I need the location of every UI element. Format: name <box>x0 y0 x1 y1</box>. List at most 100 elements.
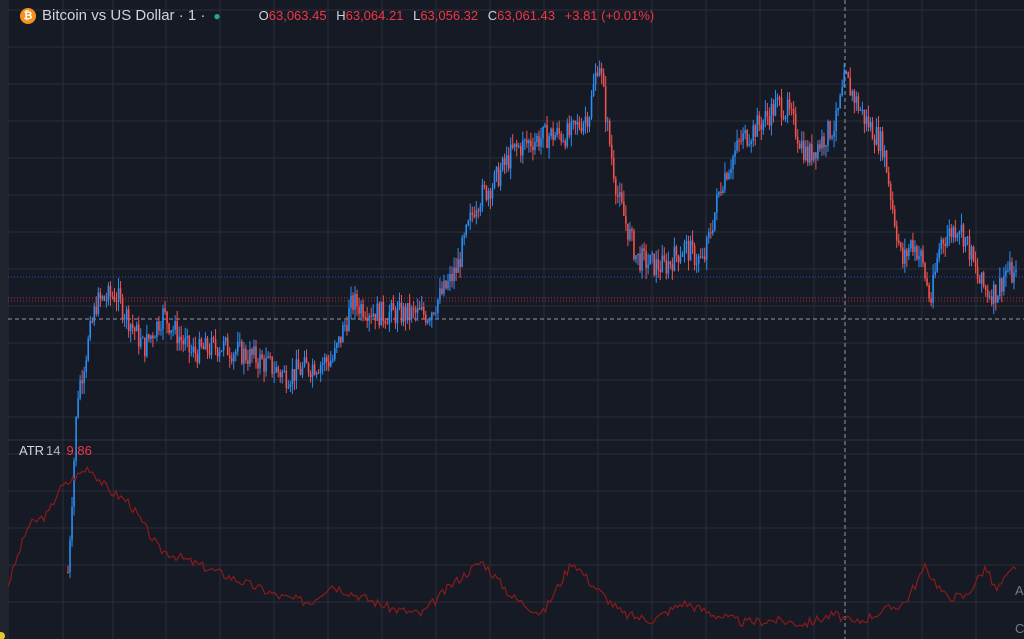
candle-body <box>802 140 805 161</box>
candle-body <box>449 273 451 282</box>
candle-body <box>978 278 981 284</box>
candle-body <box>709 232 712 234</box>
candle-body <box>485 186 488 200</box>
candle-body <box>459 259 461 267</box>
candle-body <box>744 130 746 134</box>
candle-body <box>958 231 961 235</box>
candle-body <box>633 230 635 260</box>
candle-body <box>269 356 271 358</box>
candle-body <box>556 128 558 135</box>
candle-body <box>647 264 649 268</box>
candle-body <box>566 123 569 147</box>
candle-body <box>447 281 449 289</box>
candle-body <box>1001 278 1003 292</box>
candle-body <box>986 289 989 298</box>
candle-body <box>712 229 714 234</box>
candle-body <box>358 306 360 314</box>
candle-body <box>701 256 704 258</box>
open-value: 63,063.45 <box>268 8 327 23</box>
candle-body <box>329 360 332 367</box>
candle-body <box>600 68 603 74</box>
candle-body <box>139 337 142 347</box>
candle-body <box>823 136 825 148</box>
candle-body <box>564 140 567 147</box>
candle-body <box>83 371 85 384</box>
candle-body <box>645 250 647 268</box>
candle-body <box>748 144 750 146</box>
candle-body <box>952 227 955 237</box>
candle-body <box>776 97 779 101</box>
candle-body <box>552 128 554 140</box>
candle-body <box>416 307 419 313</box>
candle-body <box>897 240 900 244</box>
candle-body <box>606 121 609 123</box>
notification-dot-icon[interactable] <box>0 632 5 639</box>
candle-body <box>629 229 631 240</box>
candle-body <box>730 168 732 174</box>
price-chart[interactable] <box>0 0 1024 639</box>
candle-body <box>178 336 180 344</box>
candle-body <box>311 364 314 378</box>
candle-body <box>277 367 280 373</box>
candle-body <box>829 121 831 139</box>
candle-body <box>809 144 811 163</box>
candle-body <box>790 108 793 110</box>
candle-body <box>714 212 716 230</box>
candle-body <box>932 274 934 303</box>
candle-body <box>651 253 653 255</box>
candle-body <box>736 140 738 151</box>
candle-body <box>875 127 878 145</box>
candle-body <box>135 324 138 332</box>
candle-body <box>770 103 773 126</box>
symbol-title[interactable]: Bitcoin vs US Dollar · 1 · <box>42 7 205 24</box>
candle-body <box>865 116 868 124</box>
candle-body <box>550 128 552 137</box>
candle-body <box>186 335 189 338</box>
candle-body <box>469 212 472 221</box>
symbol-legend[interactable]: ₿ Bitcoin vs US Dollar · 1 · ● O63,063.4… <box>20 7 660 24</box>
candle-body <box>465 225 468 236</box>
candle-body <box>152 335 154 339</box>
candle-body <box>251 349 253 355</box>
candle-body <box>594 72 597 85</box>
candle-body <box>936 258 938 272</box>
candle-body <box>528 140 530 144</box>
candle-body <box>303 357 306 367</box>
candle-body <box>412 307 415 310</box>
candle-body <box>922 250 924 264</box>
candle-body <box>655 259 658 275</box>
candle-body <box>623 201 625 216</box>
candle-body <box>598 68 601 76</box>
atr-legend[interactable]: ATR 14 9.86 <box>19 443 92 458</box>
candle-body <box>675 246 678 256</box>
candle-body <box>887 172 890 184</box>
candle-body <box>289 384 292 388</box>
candle-body <box>758 115 761 125</box>
candle-body <box>867 116 870 128</box>
candle-body <box>350 295 352 309</box>
candle-body <box>168 323 170 334</box>
candle-body <box>768 116 771 126</box>
trading-chart-app: ₿ Bitcoin vs US Dollar · 1 · ● O63,063.4… <box>0 0 1024 639</box>
candle-body <box>764 111 767 121</box>
candle-body <box>752 125 755 141</box>
candle-body <box>524 139 526 141</box>
candle-body <box>855 96 858 103</box>
candle-body <box>344 325 346 327</box>
candle-body <box>334 347 336 360</box>
candle-body <box>131 324 134 328</box>
candle-body <box>212 337 215 340</box>
candle-body <box>956 234 959 238</box>
candle-body <box>241 341 243 364</box>
candle-body <box>966 236 969 238</box>
candle-body <box>906 249 908 257</box>
candle-body <box>1005 270 1007 276</box>
candle-body <box>336 343 338 348</box>
candle-body <box>483 184 486 187</box>
candle-body <box>366 318 368 321</box>
candle-body <box>517 145 520 147</box>
candle-body <box>740 140 742 142</box>
candle-body <box>101 296 104 299</box>
candle-body <box>307 363 310 374</box>
candle-body <box>297 359 300 370</box>
